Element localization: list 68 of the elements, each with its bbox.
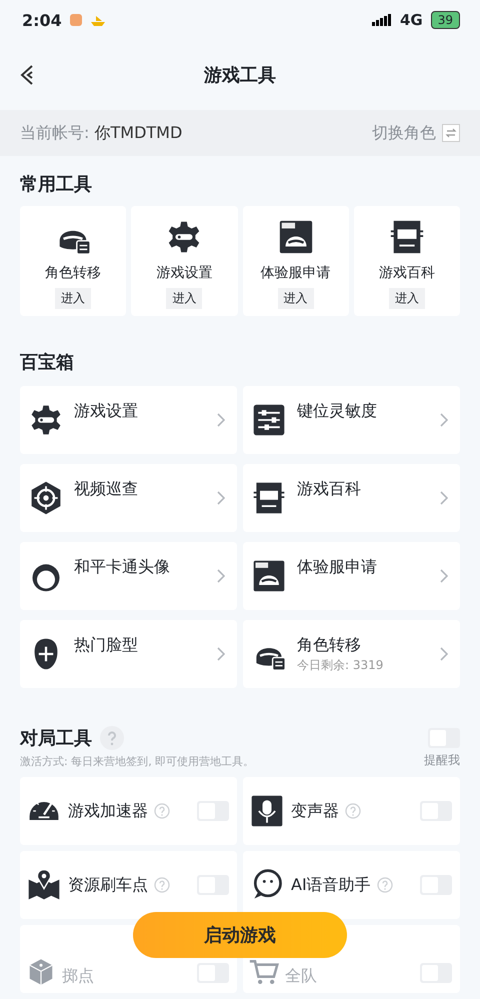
account-label: 当前帐号: 你TMDTMD: [20, 122, 182, 144]
swap-icon[interactable]: [442, 124, 460, 142]
item-label: 全队: [285, 966, 317, 987]
toolbox-item[interactable]: 角色转移 今日剩余: 3319: [243, 620, 460, 688]
help-icon[interactable]: [376, 877, 393, 893]
enter-button[interactable]: 进入: [388, 288, 425, 309]
enter-button[interactable]: 进入: [166, 288, 202, 309]
start-game-button[interactable]: 启动游戏: [133, 912, 347, 958]
sliders-icon: [251, 402, 287, 438]
signal-icon: [372, 14, 392, 26]
help-icon[interactable]: [154, 803, 170, 819]
item-label: 游戏设置: [74, 401, 139, 421]
toolbox-item[interactable]: 视频巡查: [20, 464, 237, 532]
chevron-icon: [217, 569, 225, 583]
network-type: 4G: [400, 11, 423, 29]
item-label: 游戏加速器: [68, 800, 148, 822]
tool-card[interactable]: 游戏设置 进入: [131, 206, 238, 316]
chevron-icon: [217, 413, 225, 427]
item-label: AI语音助手: [291, 874, 371, 896]
toolbox-item[interactable]: 体验服申请: [243, 542, 460, 610]
chevron-icon: [217, 647, 225, 661]
item-label: 角色转移: [297, 635, 362, 655]
enter-button[interactable]: 进入: [55, 288, 92, 309]
tool-card[interactable]: 体验服申请 进入: [242, 206, 349, 316]
item-label: 掷点: [62, 966, 94, 987]
tool-card[interactable]: 游戏百科 进入: [354, 206, 460, 316]
help-icon[interactable]: [154, 877, 170, 893]
help-icon[interactable]: [345, 803, 361, 819]
toolbox-item[interactable]: 和平卡通头像: [20, 542, 237, 610]
item-label: 变声器: [291, 800, 339, 822]
section-title: 常用工具: [19, 173, 93, 196]
cart-icon: [249, 957, 279, 987]
helmet-badge-icon: [251, 558, 287, 594]
microphone-icon: [249, 793, 285, 829]
tool-label: 体验服申请: [260, 264, 331, 282]
battery-level: 39: [430, 11, 460, 29]
activation-hint: 激活方式: 每日来营地签到, 即可使用营地工具。: [20, 754, 256, 769]
toolbox-item[interactable]: 热门脸型: [20, 620, 237, 688]
app-notification-icon: [70, 14, 82, 26]
item-label: 游戏百科: [297, 479, 362, 499]
item-subtitle: 今日剩余: 3319: [297, 657, 384, 673]
chevron-icon: [217, 491, 225, 505]
item-label: 热门脸型: [74, 635, 139, 655]
chevron-icon: [440, 569, 448, 583]
remind-label: 提醒我: [424, 752, 460, 769]
tool-card[interactable]: 角色转移 进入: [20, 206, 126, 316]
chevron-icon: [440, 647, 448, 661]
help-icon[interactable]: [100, 726, 124, 750]
tool-label: 游戏设置: [156, 264, 212, 282]
section-title: 对局工具: [20, 727, 92, 750]
toolbox-item[interactable]: 游戏设置: [20, 386, 237, 454]
chevron-icon: [440, 491, 448, 505]
item-label: 键位灵敏度: [297, 401, 378, 421]
book-icon: [251, 480, 287, 516]
toolbox-item[interactable]: 游戏百科: [243, 464, 460, 532]
enter-button[interactable]: 进入: [278, 288, 314, 309]
chevron-icon: [440, 413, 448, 427]
page-title: 游戏工具: [204, 64, 276, 87]
status-time: 2:04: [22, 10, 62, 30]
item-label: 和平卡通头像: [74, 557, 171, 577]
tool-label: 游戏百科: [378, 264, 435, 282]
toolbox-item[interactable]: 键位灵敏度: [243, 386, 460, 454]
item-label: 资源刷车点: [68, 874, 148, 896]
item-label: 体验服申请: [297, 557, 378, 577]
boat-icon: [90, 14, 106, 26]
item-label: 视频巡查: [74, 479, 139, 499]
section-title: 百宝箱: [19, 351, 75, 374]
tool-label: 角色转移: [45, 264, 102, 282]
